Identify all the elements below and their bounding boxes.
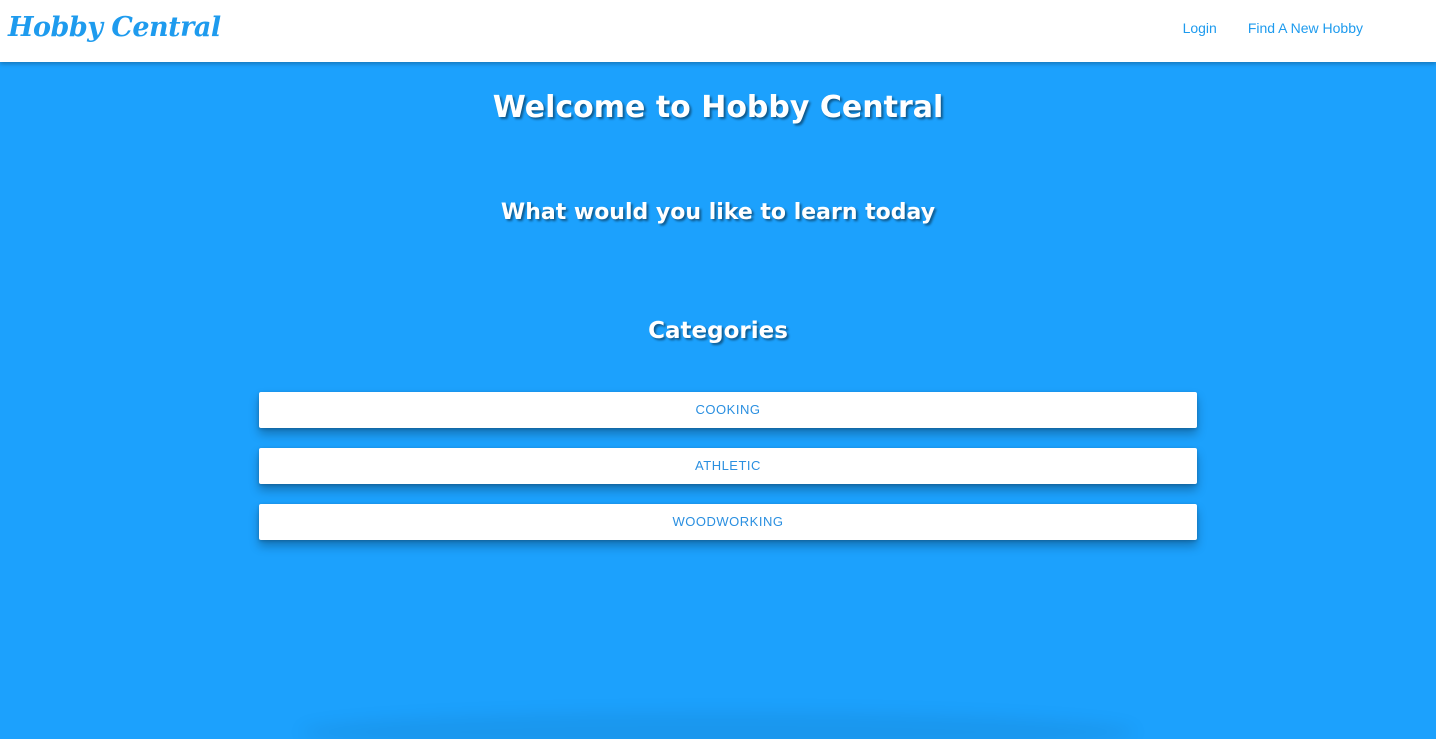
navbar: Hobby Central Login Find A New Hobby [0,0,1436,62]
nav-links: Login Find A New Hobby [1183,20,1363,36]
page-subtitle: What would you like to learn today [500,200,936,225]
nav-link-login[interactable]: Login [1183,20,1217,36]
brand-logo-link[interactable]: Hobby Central [8,12,221,43]
categories-heading: Categories [648,318,788,344]
bottom-shadow [300,712,1136,739]
nav-link-find-hobby[interactable]: Find A New Hobby [1248,20,1363,36]
page-title: Welcome to Hobby Central [492,90,944,125]
category-button-athletic[interactable]: ATHLETIC [259,448,1197,484]
category-button-cooking[interactable]: COOKING [259,392,1197,428]
category-list: COOKING ATHLETIC WOODWORKING [259,392,1197,560]
category-button-woodworking[interactable]: WOODWORKING [259,504,1197,540]
